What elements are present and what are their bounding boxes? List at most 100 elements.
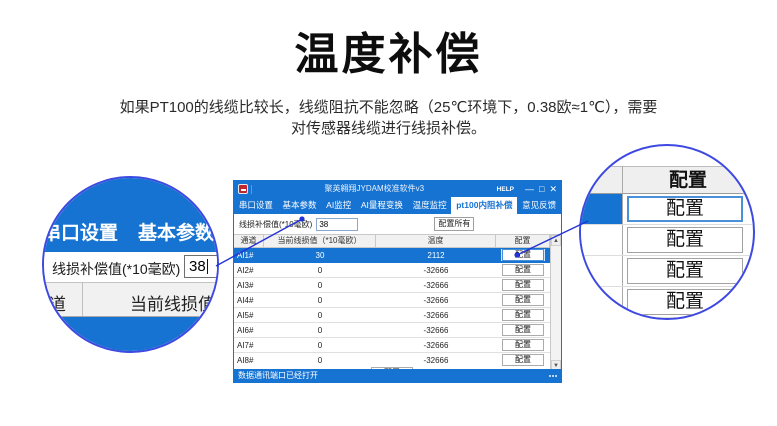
page-title: 温度补偿 — [0, 18, 777, 82]
magnified-row-left-cell — [581, 225, 622, 255]
table-cell: -32666 — [376, 326, 496, 335]
magnified-config-button[interactable]: 配置 — [627, 258, 743, 284]
tab-意见反馈[interactable]: 意见反馈 — [517, 197, 561, 214]
table-row[interactable]: AI6#0-32666配置 — [234, 323, 550, 338]
table-cell: 0 — [264, 341, 376, 350]
config-button[interactable]: 配置 — [502, 354, 544, 366]
table-cell: 0 — [264, 311, 376, 320]
app-window: 聚英翱翔JYDAM校准软件v3 HELP — □ ✕ 串口设置基本参数AI监控A… — [233, 180, 562, 383]
magnified-tab-band: 串口设置 基本参数 — [44, 178, 217, 252]
right-magnifier-circle: 配置 配置配置配置配置 — [579, 144, 755, 320]
config-button[interactable]: 配置 — [502, 324, 544, 336]
tab-AI量程变换[interactable]: AI量程变换 — [356, 197, 408, 214]
magnified-tab-serial[interactable]: 串口设置 — [42, 218, 118, 245]
page: 温度补偿 如果PT100的线缆比较长，线缆阻抗不能忽略（25℃环境下，0.38欧… — [0, 0, 777, 426]
table-cell-config: 配置 — [496, 249, 550, 261]
table-row[interactable]: AI4#0-32666 配置 — [234, 293, 550, 308]
table-cell-config: 配置 — [496, 354, 550, 366]
table-row[interactable]: AI5#0-32666 配置 — [234, 308, 550, 323]
table-row[interactable]: AI7#0-32666 配置 — [234, 338, 550, 353]
config-button[interactable]: 配置 — [502, 279, 544, 291]
magnified-row-left-cell — [581, 194, 622, 224]
header-channel: 通道 — [234, 235, 264, 247]
line-loss-input[interactable] — [316, 218, 358, 231]
table-cell: -32666 — [376, 341, 496, 350]
tab-AI监控[interactable]: AI监控 — [321, 197, 356, 214]
table-cell-config: 配置 — [496, 264, 550, 276]
table-cell: AI1# — [234, 251, 264, 260]
tab-基本参数[interactable]: 基本参数 — [278, 197, 322, 214]
magnified-config-rows: 配置配置配置配置 — [581, 194, 753, 318]
table-scrollbar[interactable]: ▲ ▼ — [550, 235, 561, 371]
magnified-row-left-cell — [581, 256, 622, 286]
table-cell: 0 — [264, 296, 376, 305]
window-tabs: 串口设置基本参数AI监控AI量程变换温度监控pt100内阻补偿意见反馈 — [234, 197, 561, 214]
magnified-row-left-cell — [581, 287, 622, 317]
page-description: 如果PT100的线缆比较长，线缆阻抗不能忽略（25℃环境下，0.38欧≈1℃），… — [0, 97, 777, 139]
magnified-header-channel: 通道 — [42, 290, 66, 315]
table-cell: 0 — [264, 326, 376, 335]
config-button[interactable]: 配置 — [502, 249, 544, 261]
table-cell: AI5# — [234, 311, 264, 320]
help-menu[interactable]: HELP — [497, 186, 514, 193]
resize-grip-icon — [549, 369, 557, 382]
column-divider — [82, 283, 83, 316]
table-row[interactable]: AI8#0-32666配置 — [234, 353, 550, 367]
config-button[interactable]: 配置 — [502, 339, 544, 351]
scroll-up-icon[interactable]: ▲ — [551, 235, 561, 246]
table-row[interactable]: AI2#0-32666 配置 — [234, 263, 550, 278]
table-cell-config: 配置 — [496, 279, 550, 291]
tab-串口设置[interactable]: 串口设置 — [234, 197, 278, 214]
table-cell: -32666 — [376, 296, 496, 305]
table-cell: AI3# — [234, 281, 264, 290]
table-row[interactable]: AI1#302112 配置 — [234, 248, 550, 263]
config-button[interactable]: 配置 — [502, 294, 544, 306]
table-cell: -32666 — [376, 311, 496, 320]
magnified-config-button[interactable]: 配置 — [627, 289, 743, 315]
magnified-config-row: 配置 — [581, 225, 753, 256]
table-cell: 0 — [264, 356, 376, 365]
table-cell: 30 — [264, 251, 376, 260]
table-row[interactable]: AI3#0-32666配置 — [234, 278, 550, 293]
table-cell: 0 — [264, 266, 376, 275]
magnified-config-header: 配置 — [581, 166, 753, 194]
magnified-tab-basic[interactable]: 基本参数 — [138, 218, 214, 245]
tab-温度监控[interactable]: 温度监控 — [408, 197, 452, 214]
minimize-button[interactable]: — — [525, 181, 534, 197]
magnified-input-label: 线损补偿值(*10毫欧) — [52, 259, 180, 279]
header-temperature: 温度 — [376, 235, 496, 247]
table-header-row: 通道 当前线损值（*10毫欧） 温度 配置 — [234, 235, 561, 248]
magnified-line-loss-input[interactable]: 38 — [184, 255, 219, 278]
page-description-line2: 对传感器线缆进行线损补偿。 — [0, 118, 777, 139]
status-bar: 数据通讯端口已经打开 — [234, 369, 561, 382]
channels-table: 通道 当前线损值（*10毫欧） 温度 配置 AI1#302112配置AI2#0-… — [234, 234, 561, 371]
table-cell: 2112 — [376, 251, 496, 260]
status-text: 数据通讯端口已经打开 — [238, 369, 318, 382]
table-cell-config: 配置 — [496, 339, 550, 351]
magnified-config-row: 配置 — [581, 256, 753, 287]
table-cell: -32666 — [376, 281, 496, 290]
table-cell-config: 配置 — [496, 324, 550, 336]
config-button[interactable]: 配置 — [502, 264, 544, 276]
line-loss-input-label: 线损补偿值(*10毫欧) — [239, 219, 312, 230]
magnified-config-header-label: 配置 — [623, 167, 753, 194]
table-cell: AI7# — [234, 341, 264, 350]
table-body: AI1#302112配置AI2#0-32666配置AI3#0-32666配置AI… — [234, 248, 550, 367]
page-description-line1: 如果PT100的线缆比较长，线缆阻抗不能忽略（25℃环境下，0.38欧≈1℃），… — [0, 97, 777, 118]
magnified-config-row: 配置 — [581, 194, 753, 225]
table-cell: AI2# — [234, 266, 264, 275]
magnified-selected-row — [44, 317, 217, 351]
configure-all-button[interactable]: 配置所有 — [434, 217, 474, 231]
text-caret — [207, 259, 208, 274]
left-magnifier-circle: 串口设置 基本参数 线损补偿值(*10毫欧) 38 通道 当前线损值 — [42, 176, 219, 353]
magnified-config-button[interactable]: 配置 — [627, 196, 743, 222]
maximize-button[interactable]: □ — [539, 181, 544, 197]
magnified-table-header: 通道 当前线损值 — [44, 282, 217, 317]
header-config: 配置 — [496, 235, 550, 247]
table-cell: -32666 — [376, 266, 496, 275]
tab-pt100内阻补偿[interactable]: pt100内阻补偿 — [451, 197, 517, 214]
close-button[interactable]: ✕ — [549, 181, 557, 197]
table-cell: AI4# — [234, 296, 264, 305]
config-button[interactable]: 配置 — [502, 309, 544, 321]
magnified-config-button[interactable]: 配置 — [627, 227, 743, 253]
